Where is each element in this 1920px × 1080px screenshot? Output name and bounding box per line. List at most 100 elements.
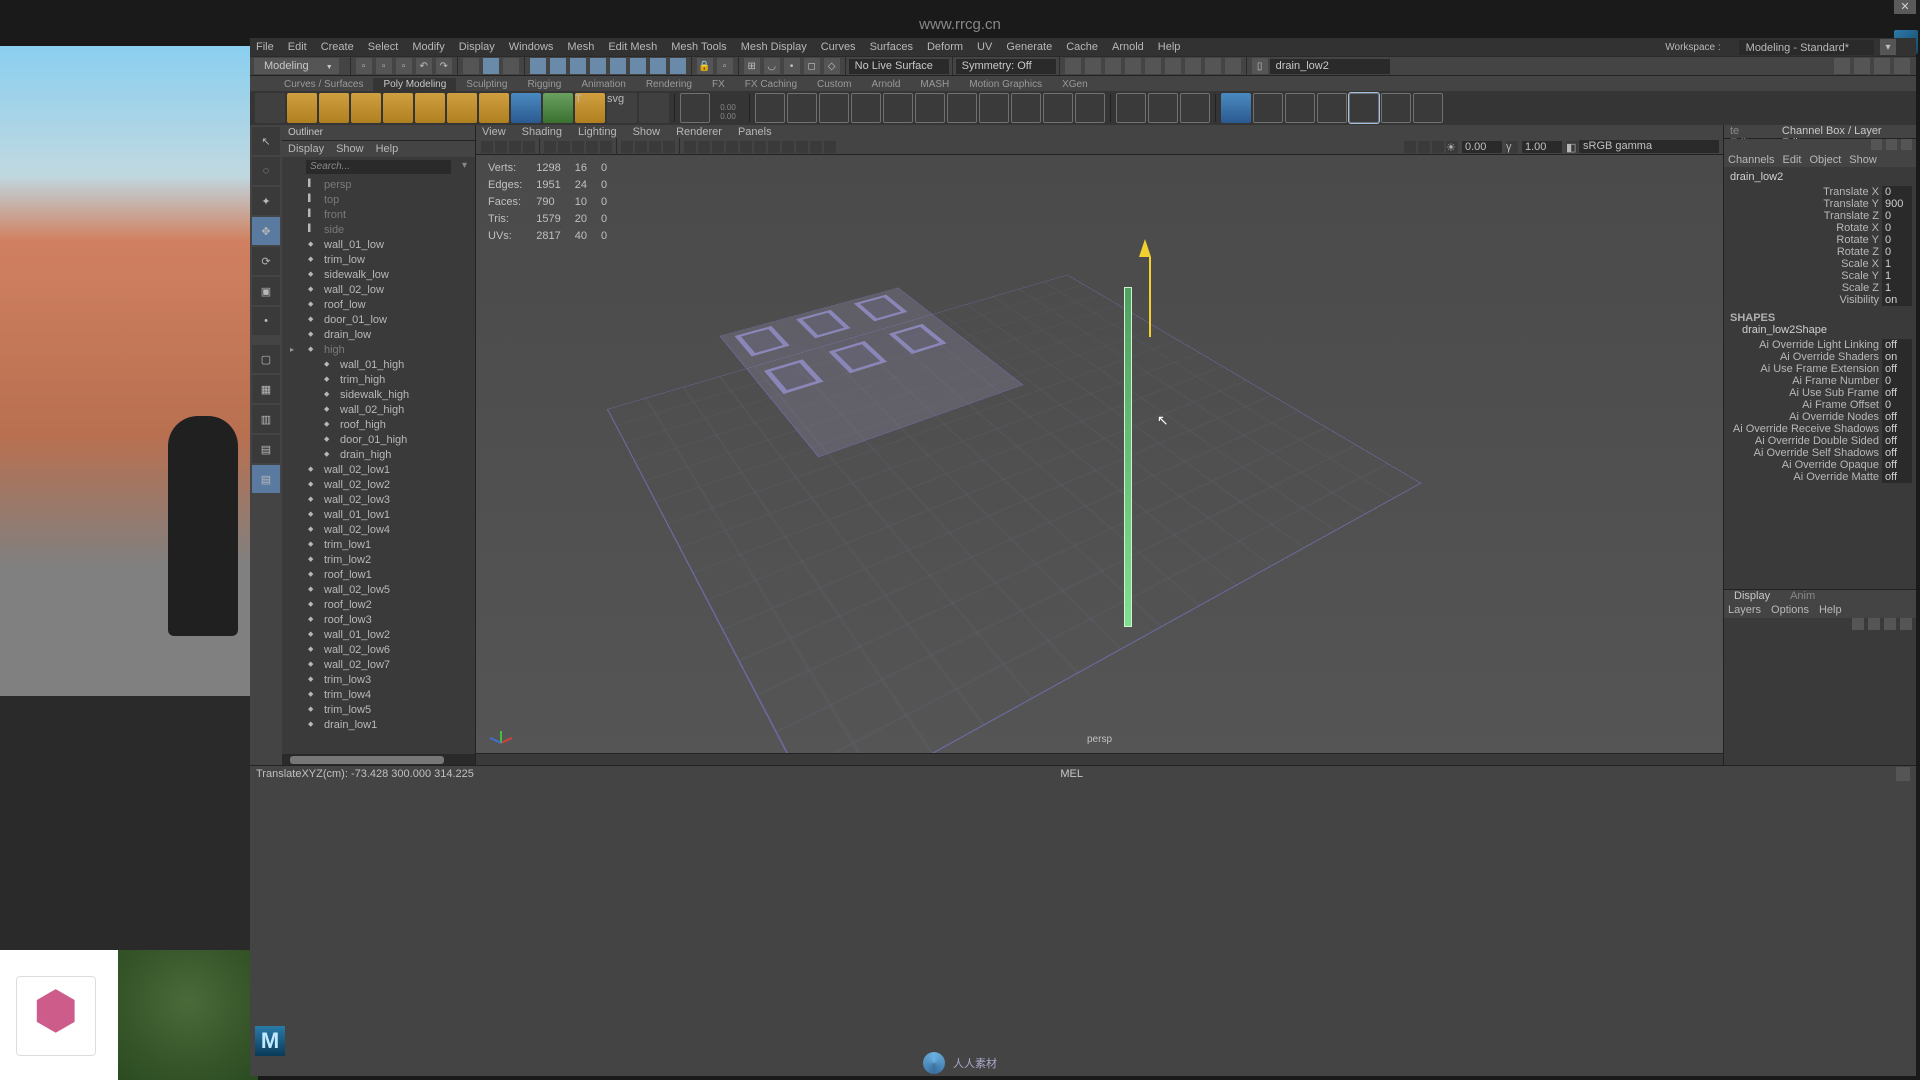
- workspace-menu-icon[interactable]: ▾: [1880, 39, 1896, 55]
- outliner-search[interactable]: Search...: [306, 160, 451, 174]
- channel-row[interactable]: Rotate Y0: [1728, 234, 1912, 246]
- vp-tool-icon[interactable]: [649, 141, 661, 153]
- poly-sphere-icon[interactable]: [287, 93, 317, 123]
- single-pane-icon[interactable]: ▢: [252, 345, 280, 373]
- menu-file[interactable]: File: [256, 41, 274, 53]
- outliner-menu-show[interactable]: Show: [336, 143, 364, 155]
- shelf-tab-fx[interactable]: FX: [702, 78, 735, 91]
- vp-tool-icon[interactable]: [1404, 141, 1416, 153]
- shelf-tab-rendering[interactable]: Rendering: [636, 78, 702, 91]
- channel-row[interactable]: Translate X0: [1728, 186, 1912, 198]
- vp-tool-icon[interactable]: [684, 141, 696, 153]
- channel-row[interactable]: Translate Y900: [1728, 198, 1912, 210]
- shelf-tab-xgen[interactable]: XGen: [1052, 78, 1098, 91]
- right-tab[interactable]: Channel Box / Layer Editor: [1776, 125, 1916, 138]
- exposure-icon[interactable]: ☀: [1446, 141, 1458, 153]
- menu-edit[interactable]: Edit: [288, 41, 307, 53]
- viewport-menu-renderer[interactable]: Renderer: [676, 126, 722, 138]
- shelf-tab-motion-graphics[interactable]: Motion Graphics: [959, 78, 1052, 91]
- vp-tool-icon[interactable]: [663, 141, 675, 153]
- layer-menu-options[interactable]: Options: [1771, 604, 1809, 618]
- insert-loop-icon[interactable]: [1011, 93, 1041, 123]
- channel-value[interactable]: 1: [1882, 258, 1912, 270]
- symmetry-field[interactable]: Symmetry: Off: [956, 59, 1056, 74]
- right-tab[interactable]: te Editor: [1724, 125, 1776, 138]
- colorspace-dropdown[interactable]: sRGB gamma: [1579, 140, 1719, 153]
- outliner-item[interactable]: wall_02_low7: [282, 657, 475, 672]
- outliner-item[interactable]: wall_01_high: [282, 357, 475, 372]
- rotate-tool-icon[interactable]: ⟳: [252, 247, 280, 275]
- outliner-item[interactable]: trim_low: [282, 252, 475, 267]
- crease-icon[interactable]: [1180, 93, 1210, 123]
- play-icon[interactable]: [1205, 58, 1221, 74]
- vp-tool-icon[interactable]: [810, 141, 822, 153]
- save-scene-icon[interactable]: ▫: [396, 58, 412, 74]
- icon[interactable]: [1886, 139, 1897, 150]
- sel-mask-icon[interactable]: [650, 58, 666, 74]
- outliner-item[interactable]: roof_high: [282, 417, 475, 432]
- soft-select-icon[interactable]: [680, 93, 710, 123]
- channel-row[interactable]: Ai Override Nodesoff: [1728, 411, 1912, 423]
- redo-icon[interactable]: ↷: [436, 58, 452, 74]
- sel-mask-icon[interactable]: [670, 58, 686, 74]
- outliner-item[interactable]: wall_01_low2: [282, 627, 475, 642]
- shelf-tab-sculpting[interactable]: Sculpting: [456, 78, 517, 91]
- sel-mask-icon[interactable]: [590, 58, 606, 74]
- outliner-item[interactable]: roof_low2: [282, 597, 475, 612]
- tool-icon[interactable]: [1413, 93, 1443, 123]
- multi-cut-icon[interactable]: [1043, 93, 1073, 123]
- menu-modify[interactable]: Modify: [412, 41, 444, 53]
- live-surface-field[interactable]: No Live Surface: [849, 59, 949, 74]
- channel-value[interactable]: 0: [1882, 210, 1912, 222]
- channel-value[interactable]: 1: [1882, 270, 1912, 282]
- layer-list[interactable]: [1724, 632, 1916, 765]
- sel-mask-icon[interactable]: [610, 58, 626, 74]
- vp-tool-icon[interactable]: [1418, 141, 1430, 153]
- select-object-icon[interactable]: [483, 58, 499, 74]
- menu-cache[interactable]: Cache: [1066, 41, 1098, 53]
- maya-taskbar-icon[interactable]: M: [255, 1026, 285, 1056]
- outliner-menu-display[interactable]: Display: [288, 143, 324, 155]
- outliner-item[interactable]: wall_02_high: [282, 402, 475, 417]
- vp-tool-icon[interactable]: [600, 141, 612, 153]
- smooth-icon[interactable]: [947, 93, 977, 123]
- poly-superellipse-icon[interactable]: [543, 93, 573, 123]
- layer-icon[interactable]: [1868, 618, 1880, 630]
- channel-value[interactable]: off: [1882, 363, 1912, 375]
- channelbox-menu-object[interactable]: Object: [1809, 154, 1841, 166]
- outliner-item[interactable]: trim_low5: [282, 702, 475, 717]
- undo-icon[interactable]: ↶: [416, 58, 432, 74]
- two-side-icon[interactable]: ▥: [252, 405, 280, 433]
- vp-tool-icon[interactable]: [754, 141, 766, 153]
- vp-tool-icon[interactable]: [635, 141, 647, 153]
- vp-tool-icon[interactable]: [796, 141, 808, 153]
- channel-row[interactable]: Ai Use Frame Extensionoff: [1728, 363, 1912, 375]
- channel-value[interactable]: off: [1882, 339, 1912, 351]
- layer-icon[interactable]: [1852, 618, 1864, 630]
- channel-row[interactable]: Ai Override Double Sidedoff: [1728, 435, 1912, 447]
- connect-icon[interactable]: [1148, 93, 1178, 123]
- shelf-tab-poly-modeling[interactable]: Poly Modeling: [373, 78, 456, 91]
- two-stacked-icon[interactable]: ▤: [252, 435, 280, 463]
- channel-row[interactable]: Translate Z0: [1728, 210, 1912, 222]
- channel-value[interactable]: 0: [1882, 246, 1912, 258]
- sculpt-icon[interactable]: [1221, 93, 1251, 123]
- viewport-h-scrollbar[interactable]: [476, 753, 1723, 765]
- shelf-tab-animation[interactable]: Animation: [571, 78, 635, 91]
- channelbox-menu-edit[interactable]: Edit: [1782, 154, 1801, 166]
- paint-select-icon[interactable]: ✦: [252, 187, 280, 215]
- channel-value[interactable]: off: [1882, 447, 1912, 459]
- channel-value[interactable]: off: [1882, 423, 1912, 435]
- outliner-item[interactable]: roof_low3: [282, 612, 475, 627]
- transform-node-name[interactable]: drain_low2: [1728, 171, 1912, 186]
- mirror-icon[interactable]: [979, 93, 1009, 123]
- snap-icon[interactable]: ▫: [717, 58, 733, 74]
- poly-disc-icon[interactable]: [479, 93, 509, 123]
- outliner-item[interactable]: wall_02_low3: [282, 492, 475, 507]
- snap-lock-icon[interactable]: 🔒: [697, 58, 713, 74]
- channel-row[interactable]: Ai Override Shaderson: [1728, 351, 1912, 363]
- scrollbar-thumb[interactable]: [290, 756, 444, 764]
- outliner-item[interactable]: drain_low1: [282, 717, 475, 732]
- shelf-menu-icon[interactable]: [255, 93, 285, 123]
- svg-icon[interactable]: svg: [607, 93, 637, 123]
